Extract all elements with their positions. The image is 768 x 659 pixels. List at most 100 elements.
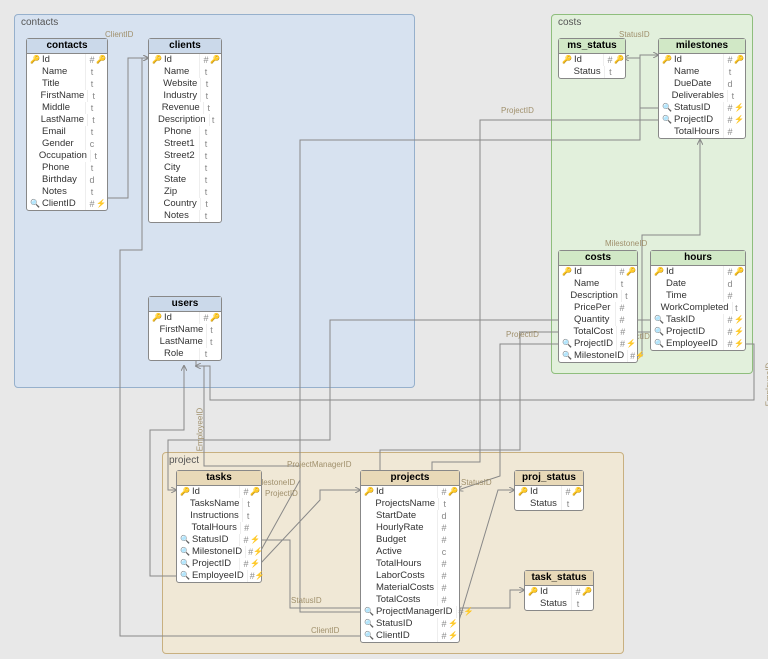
entity-tasks[interactable]: tasks🔑Id#🔑TasksNametInstructionstTotalHo… (176, 470, 262, 583)
field-row[interactable]: Activec (361, 546, 459, 558)
field-row[interactable]: Countryt (149, 198, 221, 210)
field-row[interactable]: 🔑Id#🔑 (149, 54, 221, 66)
entity-users[interactable]: users🔑Id#🔑FirstNametLastNametRolet (148, 296, 222, 361)
field-row[interactable]: 🔍MilestoneID#⚡ (559, 350, 637, 362)
field-row[interactable]: Zipt (149, 186, 221, 198)
field-row[interactable]: TotalHours# (177, 522, 261, 534)
field-row[interactable]: PricePer# (559, 302, 637, 314)
field-row[interactable]: Namet (27, 66, 107, 78)
field-row[interactable]: TasksNamet (177, 498, 261, 510)
entity-contacts[interactable]: contacts🔑Id#🔑NametTitletFirstNametMiddle… (26, 38, 108, 211)
field-row[interactable]: 🔑Id#🔑 (525, 586, 593, 598)
field-row[interactable]: FirstNamet (149, 324, 221, 336)
entity-header[interactable]: clients (149, 39, 221, 54)
field-row[interactable]: Notest (149, 210, 221, 222)
field-row[interactable]: 🔍StatusID#⚡ (659, 102, 745, 114)
field-row[interactable]: Titlet (27, 78, 107, 90)
field-row[interactable]: Statust (559, 66, 625, 78)
field-row[interactable]: Dated (651, 278, 745, 290)
field-row[interactable]: 🔑Id#🔑 (515, 486, 583, 498)
field-row[interactable]: HourlyRate# (361, 522, 459, 534)
entity-header[interactable]: hours (651, 251, 745, 266)
entity-proj_status[interactable]: proj_status🔑Id#🔑Statust (514, 470, 584, 511)
field-row[interactable]: 🔍ProjectID#⚡ (651, 326, 745, 338)
field-row[interactable]: Occupationt (27, 150, 107, 162)
field-row[interactable]: 🔍TaskID#⚡ (651, 314, 745, 326)
entity-header[interactable]: users (149, 297, 221, 312)
field-row[interactable]: Phonet (149, 126, 221, 138)
field-row[interactable]: 🔑Id#🔑 (559, 54, 625, 66)
field-row[interactable]: Deliverablest (659, 90, 745, 102)
field-row[interactable]: Time# (651, 290, 745, 302)
entity-hours[interactable]: hours🔑Id#🔑DatedTime#WorkCompletedt🔍TaskI… (650, 250, 746, 351)
field-row[interactable]: 🔑Id#🔑 (177, 486, 261, 498)
field-row[interactable]: Websitet (149, 78, 221, 90)
field-row[interactable]: TotalCost# (559, 326, 637, 338)
field-row[interactable]: Quantity# (559, 314, 637, 326)
field-row[interactable]: Genderc (27, 138, 107, 150)
field-row[interactable]: Statust (525, 598, 593, 610)
field-row[interactable]: 🔑Id#🔑 (361, 486, 459, 498)
field-row[interactable]: 🔍ProjectManagerID#⚡ (361, 606, 459, 618)
field-row[interactable]: Birthdayd (27, 174, 107, 186)
field-row[interactable]: LastNamet (149, 336, 221, 348)
field-row[interactable]: 🔍ClientID#⚡ (27, 198, 107, 210)
field-row[interactable]: 🔍EmployeeID#⚡ (651, 338, 745, 350)
field-row[interactable]: Rolet (149, 348, 221, 360)
entity-header[interactable]: milestones (659, 39, 745, 54)
entity-projects[interactable]: projects🔑Id#🔑ProjectsNametStartDatedHour… (360, 470, 460, 643)
field-row[interactable]: ProjectsNamet (361, 498, 459, 510)
entity-header[interactable]: proj_status (515, 471, 583, 486)
entity-header[interactable]: projects (361, 471, 459, 486)
field-row[interactable]: Statust (515, 498, 583, 510)
field-row[interactable]: 🔍ClientID#⚡ (361, 630, 459, 642)
field-row[interactable]: 🔍StatusID#⚡ (177, 534, 261, 546)
field-row[interactable]: WorkCompletedt (651, 302, 745, 314)
entity-task_status[interactable]: task_status🔑Id#🔑Statust (524, 570, 594, 611)
field-row[interactable]: Namet (559, 278, 637, 290)
field-row[interactable]: StartDated (361, 510, 459, 522)
field-row[interactable]: TotalHours# (361, 558, 459, 570)
entity-clients[interactable]: clients🔑Id#🔑NametWebsitetIndustrytRevenu… (148, 38, 222, 223)
field-row[interactable]: 🔍MilestoneID#⚡ (177, 546, 261, 558)
field-row[interactable]: 🔍ProjectID#⚡ (177, 558, 261, 570)
field-row[interactable]: Cityt (149, 162, 221, 174)
field-row[interactable]: 🔑Id#🔑 (27, 54, 107, 66)
field-row[interactable]: 🔑Id#🔑 (659, 54, 745, 66)
field-row[interactable]: 🔑Id#🔑 (149, 312, 221, 324)
field-row[interactable]: 🔍StatusID#⚡ (361, 618, 459, 630)
field-row[interactable]: Descriptiont (559, 290, 637, 302)
field-row[interactable]: Industryt (149, 90, 221, 102)
field-row[interactable]: 🔍EmployeeID#⚡ (177, 570, 261, 582)
field-row[interactable]: TotalHours# (659, 126, 745, 138)
field-row[interactable]: Namet (659, 66, 745, 78)
field-row[interactable]: LaborCosts# (361, 570, 459, 582)
field-row[interactable]: Instructionst (177, 510, 261, 522)
field-row[interactable]: TotalCosts# (361, 594, 459, 606)
entity-ms_status[interactable]: ms_status🔑Id#🔑Statust (558, 38, 626, 79)
entity-header[interactable]: ms_status (559, 39, 625, 54)
field-row[interactable]: Emailt (27, 126, 107, 138)
field-row[interactable]: Budget# (361, 534, 459, 546)
entity-header[interactable]: tasks (177, 471, 261, 486)
field-row[interactable]: Descriptiont (149, 114, 221, 126)
field-row[interactable]: Street2t (149, 150, 221, 162)
field-row[interactable]: 🔍ProjectID#⚡ (659, 114, 745, 126)
field-row[interactable]: 🔍ProjectID#⚡ (559, 338, 637, 350)
field-row[interactable]: Statet (149, 174, 221, 186)
field-row[interactable]: Street1t (149, 138, 221, 150)
field-row[interactable]: Phonet (27, 162, 107, 174)
field-row[interactable]: FirstNamet (27, 90, 107, 102)
field-row[interactable]: DueDated (659, 78, 745, 90)
field-row[interactable]: 🔑Id#🔑 (651, 266, 745, 278)
field-row[interactable]: Notest (27, 186, 107, 198)
field-row[interactable]: Middlet (27, 102, 107, 114)
field-row[interactable]: 🔑Id#🔑 (559, 266, 637, 278)
field-row[interactable]: Revenuet (149, 102, 221, 114)
entity-header[interactable]: task_status (525, 571, 593, 586)
entity-costs[interactable]: costs🔑Id#🔑NametDescriptiontPricePer#Quan… (558, 250, 638, 363)
entity-header[interactable]: costs (559, 251, 637, 266)
entity-header[interactable]: contacts (27, 39, 107, 54)
entity-milestones[interactable]: milestones🔑Id#🔑NametDueDatedDeliverables… (658, 38, 746, 139)
field-row[interactable]: Namet (149, 66, 221, 78)
